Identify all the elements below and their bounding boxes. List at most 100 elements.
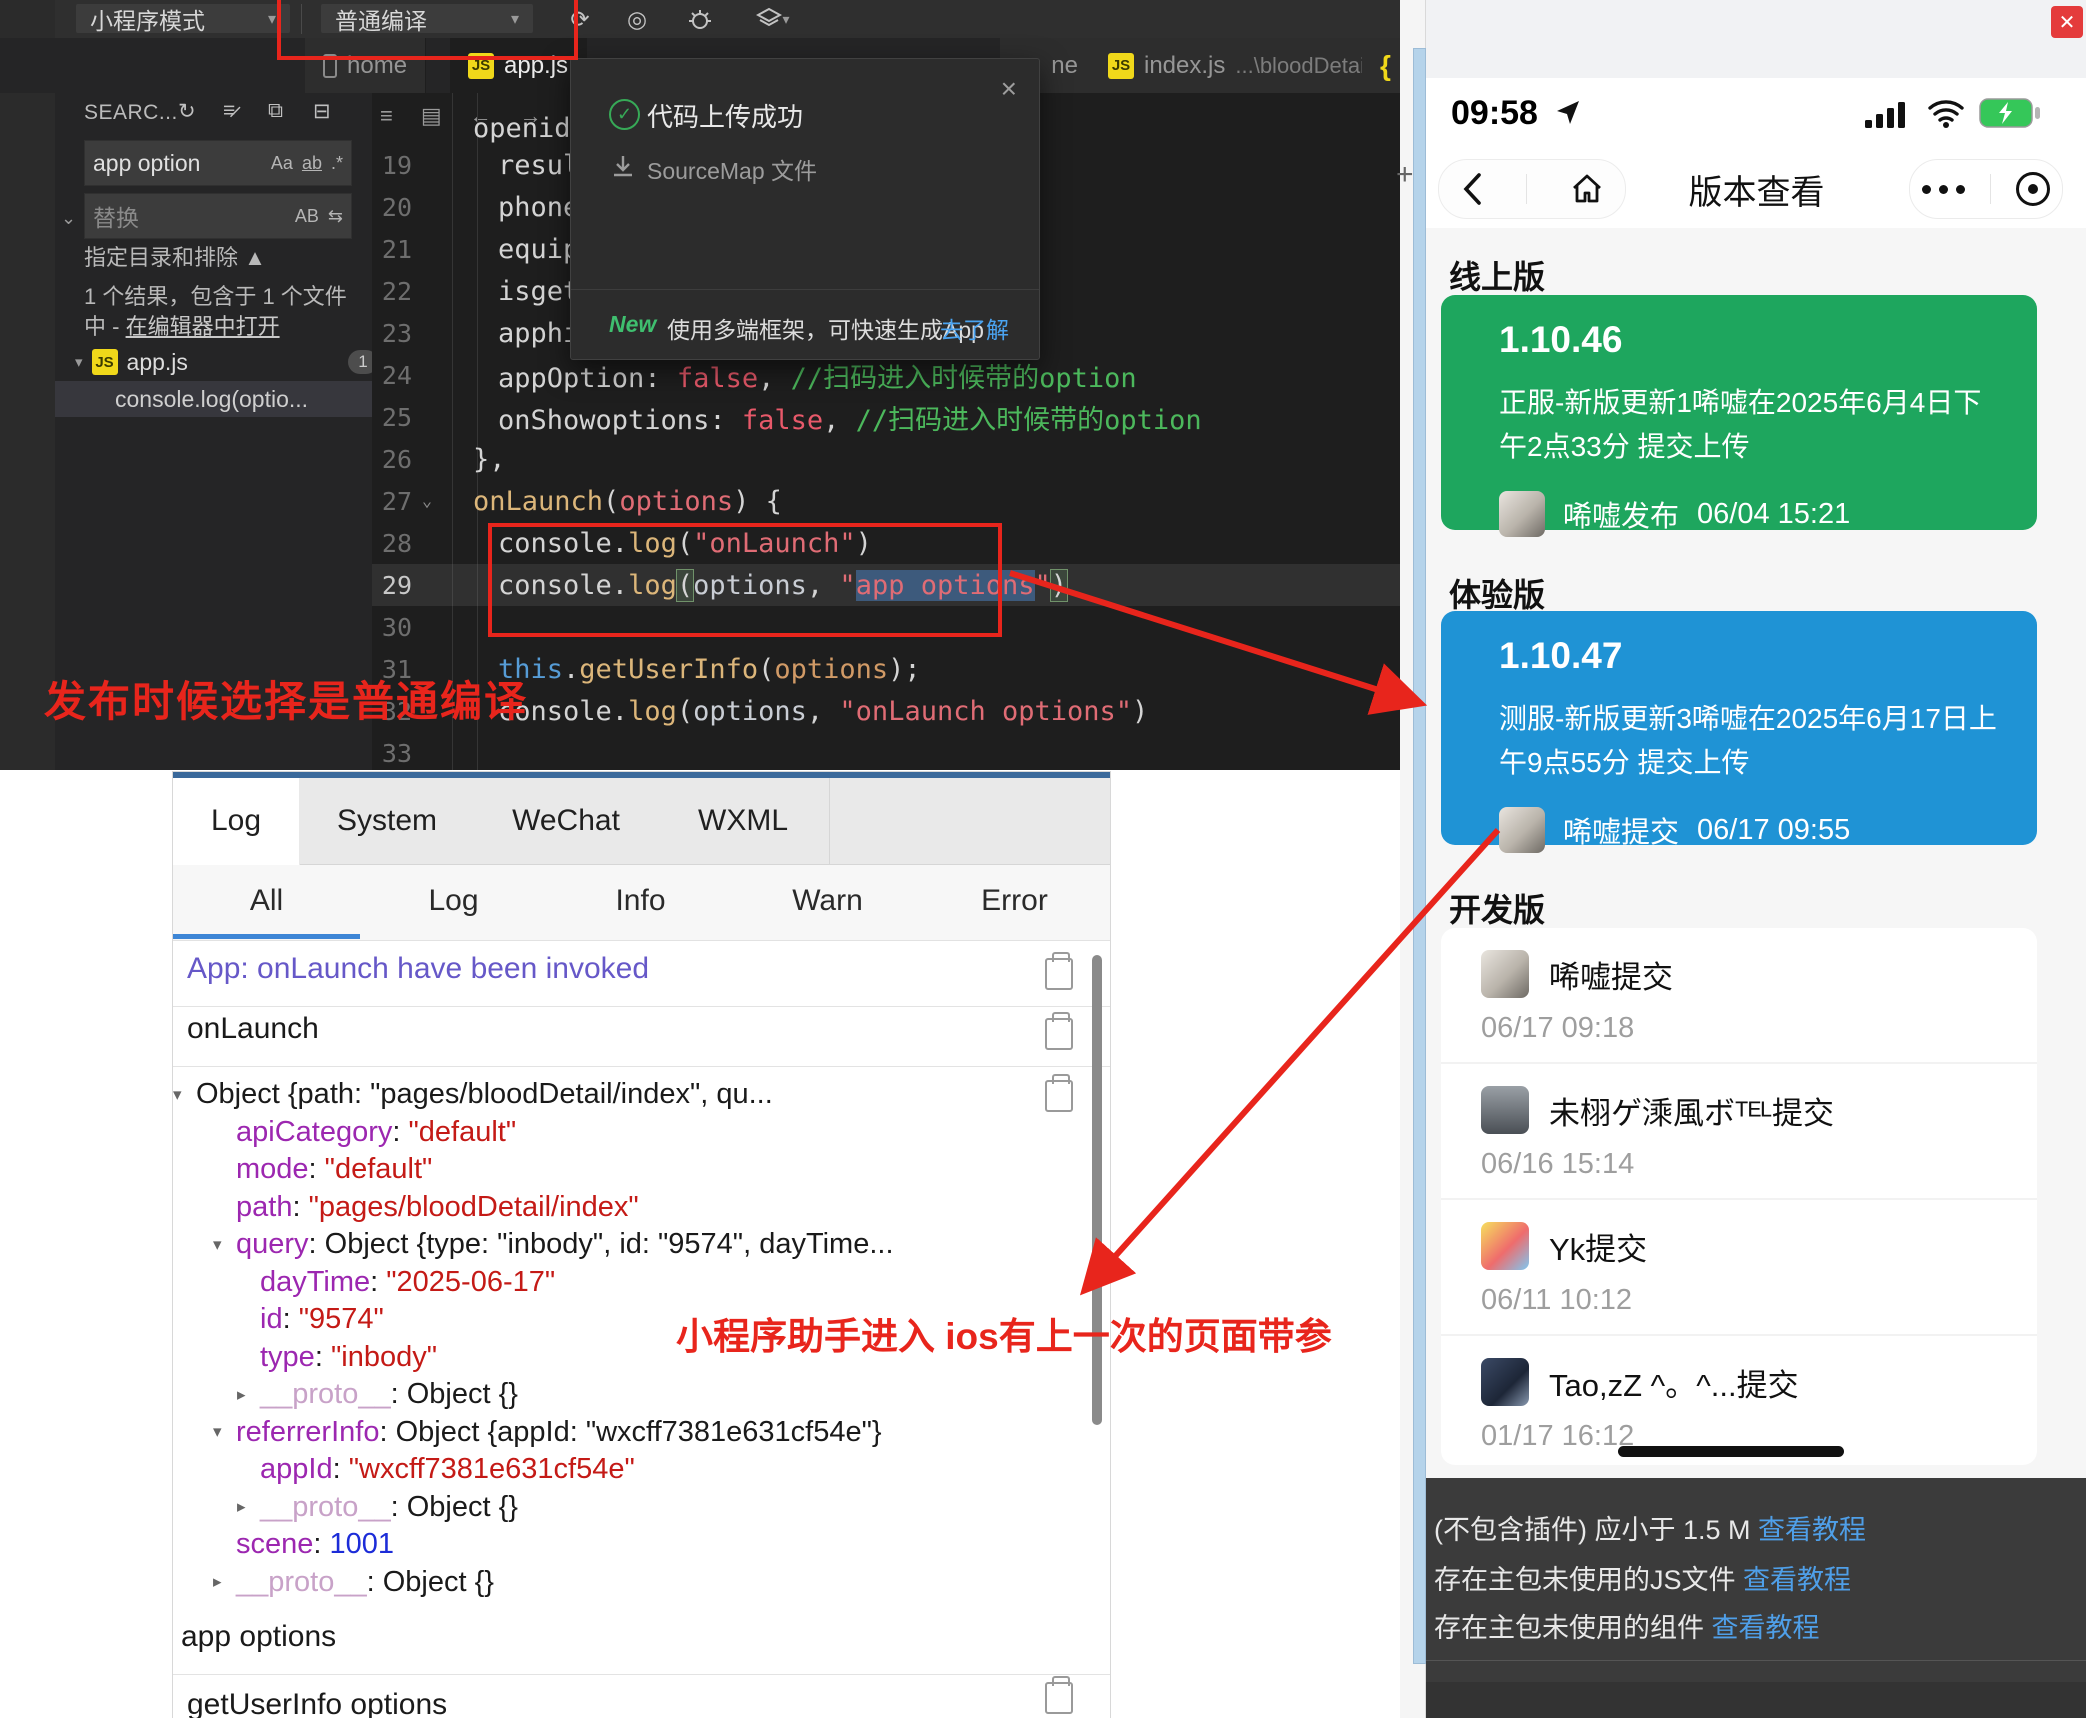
code-token: ) [1132,696,1148,727]
object-tree-row[interactable]: ▸__proto__: Object {} [237,1489,1093,1527]
footer-tutorial-link[interactable]: 查看教程 [1758,1515,1866,1545]
mode-dropdown[interactable]: 小程序模式 ▾ [76,4,290,33]
more-menu-icon[interactable] [1922,185,1965,194]
whole-word-icon[interactable]: ab [302,153,322,174]
console-filter-info[interactable]: Info [547,865,734,937]
dev-list-item[interactable]: 未栩ゲ溗風ボᵀᴱᴸ提交06/16 15:14 [1441,1064,2037,1198]
object-tree-row[interactable]: ▾query: Object {type: "inbody", id: "957… [213,1226,1093,1264]
footer-tutorial-link[interactable]: 查看教程 [1743,1565,1851,1595]
object-tree-row[interactable]: ▸__proto__: Object {} [237,1376,1093,1414]
object-tree-row[interactable]: scene: 1001 [213,1526,1093,1564]
download-icon [611,154,635,178]
expand-arrow-icon[interactable]: ▸ [237,1385,260,1405]
code-line-26[interactable]: 26}, [372,438,1400,480]
tree-colon: : [283,1303,299,1336]
object-tree-row[interactable]: path: "pages/bloodDetail/index" [213,1189,1093,1227]
replace-input[interactable]: 替换 AB ⇆ [84,193,352,239]
footer-divider [1426,1660,2086,1661]
expand-arrow-icon[interactable]: ▾ [173,1085,196,1105]
object-tree-row[interactable]: appId: "wxcff7381e631cf54e" [237,1451,1093,1489]
object-tree-row[interactable]: dayTime: "2025-06-17" [237,1264,1093,1302]
preview-eye-icon[interactable]: ◎ [620,5,654,33]
console-tab-system[interactable]: System [299,778,476,864]
expand-arrow-icon[interactable]: ▸ [213,1572,236,1592]
dev-item-row: 唏嘘提交 [1481,950,2037,998]
footer-tutorial-link[interactable]: 查看教程 [1712,1613,1820,1643]
console-filter-all[interactable]: All [173,865,360,937]
phone-window-titlebar: ✕ [1426,0,2086,79]
console-filter-warn[interactable]: Warn [734,865,921,937]
tree-value: "9574" [299,1303,384,1336]
plus-icon[interactable]: + [1396,158,1414,192]
regex-icon[interactable]: .* [331,153,343,174]
tab-indexjs[interactable]: JS index.js ...\bloodDetail [1090,38,1389,93]
console-tab-wxml[interactable]: WXML [657,778,830,864]
replace-all-icon[interactable]: ⇆ [328,206,343,227]
clear-results-icon[interactable]: ≡̷ [223,99,235,123]
match-case-icon[interactable]: Aa [271,153,293,174]
trial-version-card[interactable]: 1.10.47 测服-新版更新3唏嘘在2025年6月17日上午9点55分 提交上… [1441,611,2037,845]
refresh-search-icon[interactable]: ↻ [178,99,196,124]
code-token: //扫码进入时候带的option [791,363,1137,394]
object-preview-row[interactable]: ▾Object {path: "pages/bloodDetail/index"… [173,1076,1093,1114]
collapse-all-icon[interactable]: ⊟ [313,99,331,124]
console-filter-log[interactable]: Log [360,865,547,937]
tree-value: "default" [325,1153,433,1186]
file-name: app.js [127,349,188,376]
background-window-strip [1413,48,1426,1664]
object-tree-row[interactable]: ▾referrerInfo: Object {appId: "wxcff7381… [213,1414,1093,1452]
dev-version-list: 唏嘘提交06/17 09:18未栩ゲ溗風ボᵀᴱᴸ提交06/16 15:14Yk提… [1441,928,2037,1465]
tree-value: 1001 [330,1528,395,1561]
code-line-25[interactable]: 25onShowoptions: false, //扫码进入时候带的option [372,396,1400,438]
code-line-33[interactable]: 33 [372,732,1400,770]
avatar [1481,1222,1529,1270]
code-line-27[interactable]: 27⌄onLaunch(options) { [372,480,1400,522]
open-in-editor-icon[interactable]: ⧉ [268,99,283,123]
code-text: onLaunch(options) { [442,486,782,517]
dev-list-item[interactable]: 唏嘘提交06/17 09:18 [1441,928,2037,1062]
trial-version-number: 1.10.47 [1499,635,1997,677]
fold-chevron-icon[interactable]: ⌄ [412,491,442,511]
expand-arrow-icon[interactable]: ▸ [237,1497,260,1517]
open-in-editor-link[interactable]: 在编辑器中打开 [126,314,280,339]
list-icon[interactable]: ≡ [380,103,393,129]
preserve-case-icon[interactable]: AB [295,206,319,227]
dev-item-row: Tao,zZ ^。^...提交 [1481,1358,2037,1406]
code-line-24[interactable]: 24appOption: false, //扫码进入时候带的option [372,354,1400,396]
search-input[interactable]: app option Aa ab .* [84,140,352,186]
online-version-card[interactable]: 1.10.46 正服-新版更新1唏嘘在2025年6月4日下午2点33分 提交上传… [1441,295,2037,530]
close-icon[interactable]: × [1001,73,1017,105]
compile-config-icon[interactable]: ▾ [748,5,798,33]
debug-icon[interactable] [683,5,717,33]
expand-arrow-icon[interactable]: ▾ [213,1235,236,1255]
console-tab-wechat[interactable]: WeChat [475,778,658,864]
tree-key: query [236,1228,309,1261]
toggle-replace-icon[interactable]: ⌄ [61,208,76,229]
sourcemap-link[interactable]: SourceMap 文件 [647,152,817,186]
close-window-icon[interactable]: ✕ [2051,6,2083,38]
copy-icon[interactable] [1045,1018,1073,1050]
tree-colon: : [309,1153,325,1186]
learn-more-link[interactable]: 去了解 [940,311,1009,345]
dev-submitter-name: Yk提交 [1549,1224,1647,1269]
console-tab-log[interactable]: Log [173,778,300,865]
devtools-toolbar: 小程序模式 ▾ 普通编译 ▾ ⟳ ◎ ▾ [0,0,1400,38]
entry-divider [173,1066,1110,1067]
code-text: console.log(options, "onLaunch options") [442,696,1148,727]
dev-list-item[interactable]: Yk提交06/11 10:12 [1441,1200,2037,1334]
dirs-exclude-toggle[interactable]: 指定目录和排除 ▲ [84,240,266,272]
object-tree-row[interactable]: ▸__proto__: Object {} [213,1564,1093,1602]
console-filter-error[interactable]: Error [921,865,1108,937]
tree-value: Object {} [383,1566,494,1599]
copy-icon[interactable] [1045,958,1073,990]
expand-arrow-icon[interactable]: ▾ [213,1422,236,1442]
object-tree-row[interactable]: mode: "default" [213,1151,1093,1189]
code-token: }, [473,444,506,475]
result-summary-line2: 中 - 在编辑器中打开 [84,309,280,341]
online-version-number: 1.10.46 [1499,319,1997,361]
record-close-icon[interactable] [2016,172,2050,206]
search-result-file[interactable]: ▾ JS app.js 1 [55,345,392,379]
bookmark-icon[interactable]: ▤ [421,103,442,129]
copy-icon[interactable] [1045,1682,1073,1714]
object-tree-row[interactable]: apiCategory: "default" [213,1114,1093,1152]
